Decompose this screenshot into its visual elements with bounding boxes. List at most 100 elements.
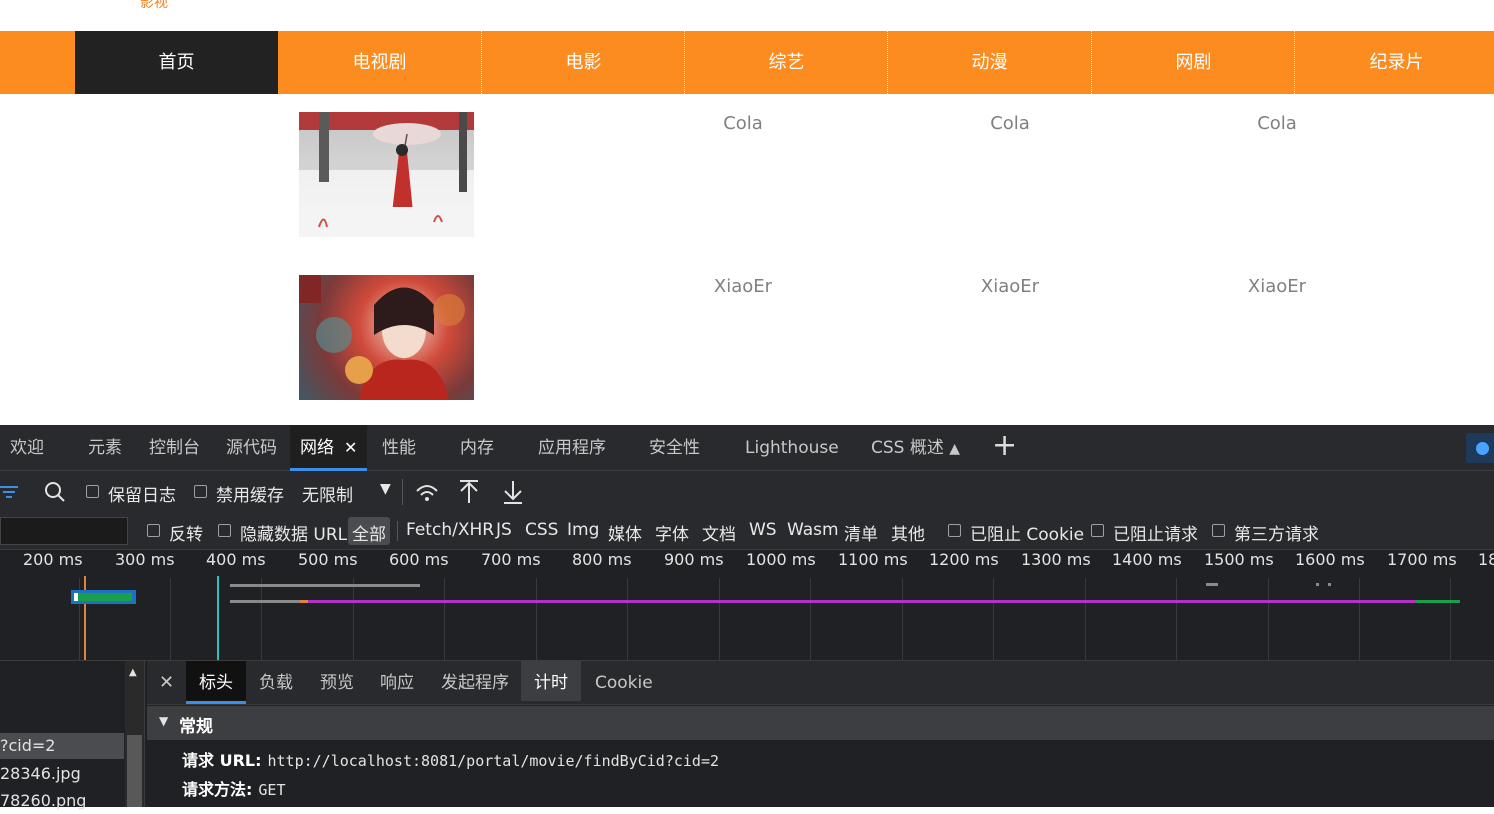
separator — [397, 521, 398, 541]
filter-icon[interactable] — [0, 485, 20, 499]
disable-cache-checkbox[interactable] — [194, 485, 207, 498]
tab-headers[interactable]: 标头 — [186, 661, 246, 704]
dom-content-loaded-marker — [84, 576, 86, 660]
request-bar — [308, 600, 1416, 603]
tab-sources[interactable]: 源代码 — [226, 425, 277, 468]
preserve-log-checkbox[interactable] — [86, 485, 99, 498]
scrollbar-thumb[interactable] — [127, 735, 142, 807]
search-icon[interactable] — [44, 481, 66, 503]
request-row[interactable]: 78260.png — [0, 788, 124, 814]
download-icon[interactable] — [502, 479, 524, 505]
timeline-gridline — [810, 578, 811, 660]
tab-css-overview[interactable]: CSS 概述 ▲ — [871, 425, 960, 468]
request-list-scrollbar[interactable]: ▲ — [125, 661, 145, 807]
filter-type-doc[interactable]: 文档 — [702, 520, 736, 545]
request-bar — [1328, 583, 1331, 586]
tab-welcome[interactable]: 欢迎 — [10, 425, 44, 468]
invert-checkbox[interactable] — [147, 524, 160, 537]
request-bar — [230, 584, 420, 587]
nav-anime[interactable]: 动漫 — [887, 31, 1091, 94]
third-party-checkbox[interactable] — [1212, 524, 1225, 537]
tab-console[interactable]: 控制台 — [149, 425, 200, 468]
timeline-gridline — [1450, 578, 1451, 660]
request-row[interactable]: 28346.jpg — [0, 761, 124, 787]
header-value: GET — [258, 781, 286, 799]
close-icon[interactable]: ✕ — [159, 661, 174, 701]
throttle-select[interactable]: 无限制 — [302, 481, 353, 506]
filter-type-img[interactable]: Img — [567, 520, 599, 540]
request-detail-tabs: ✕ 标头 负载 预览 响应 发起程序 计时 Cookie — [147, 661, 1494, 705]
nav-web-series[interactable]: 网剧 — [1091, 31, 1295, 94]
blocked-requests-label: 已阻止请求 — [1113, 525, 1198, 545]
disable-cache-label: 禁用缓存 — [216, 486, 284, 506]
timeline-gridline — [1268, 578, 1269, 660]
network-timeline-overview[interactable]: 200 ms 300 ms 400 ms 500 ms 600 ms 700 m… — [0, 550, 1494, 660]
tab-memory[interactable]: 内存 — [460, 425, 494, 468]
tab-response[interactable]: 响应 — [380, 661, 414, 701]
movie-thumbnail[interactable] — [299, 275, 474, 400]
tab-application[interactable]: 应用程序 — [538, 425, 606, 468]
request-bar — [1316, 583, 1319, 586]
request-bar — [230, 600, 300, 603]
hide-data-url-checkbox[interactable] — [218, 524, 231, 537]
request-row[interactable]: ?cid=2 — [0, 733, 124, 759]
filter-type-ws[interactable]: WS — [749, 520, 777, 540]
tab-preview[interactable]: 预览 — [320, 661, 354, 701]
upload-icon[interactable] — [458, 479, 480, 505]
filter-input[interactable] — [0, 517, 128, 545]
nav-tv-series[interactable]: 电视剧 — [278, 31, 481, 94]
request-method-row: 请求方法: GET — [182, 776, 286, 800]
add-tab-icon[interactable]: + — [992, 429, 1017, 463]
feedback-icon[interactable] — [1466, 433, 1494, 463]
filter-type-media[interactable]: 媒体 — [608, 520, 642, 545]
request-bar-segment — [78, 593, 132, 601]
close-icon[interactable]: ✕ — [344, 438, 357, 457]
blocked-cookies-checkbox[interactable] — [948, 524, 961, 537]
network-toolbar: 保留日志 禁用缓存 无限制 ▼ — [0, 471, 1494, 514]
nav-variety[interactable]: 综艺 — [684, 31, 888, 94]
timeline-tick: 800 ms — [572, 550, 632, 569]
network-conditions-icon[interactable] — [414, 481, 440, 503]
devtools-tab-bar: 欢迎 元素 控制台 源代码 网络 ✕ 性能 内存 应用程序 安全性 Lightho… — [0, 425, 1494, 471]
nav-home[interactable]: 首页 — [75, 31, 278, 94]
tab-initiator[interactable]: 发起程序 — [441, 661, 509, 701]
tab-security[interactable]: 安全性 — [649, 425, 700, 468]
scroll-up-icon[interactable]: ▲ — [129, 667, 137, 678]
blocked-requests-checkbox[interactable] — [1091, 524, 1104, 537]
timeline-tick: 1100 ms — [838, 550, 908, 569]
nav-documentary[interactable]: 纪录片 — [1294, 31, 1494, 94]
tab-payload[interactable]: 负载 — [259, 661, 293, 701]
filter-type-fetch-xhr[interactable]: Fetch/XHR — [406, 520, 494, 540]
nav-movies[interactable]: 电影 — [481, 31, 685, 94]
tab-cookies[interactable]: Cookie — [595, 661, 653, 701]
header-value: http://localhost:8081/portal/movie/findB… — [267, 752, 720, 770]
filter-type-css[interactable]: CSS — [525, 520, 558, 540]
general-section-header[interactable]: ▼ 常规 — [147, 706, 1494, 740]
load-event-marker — [217, 576, 219, 660]
timeline-tick: 200 ms — [23, 550, 83, 569]
tab-performance[interactable]: 性能 — [382, 425, 416, 468]
filter-type-font[interactable]: 字体 — [655, 520, 689, 545]
tab-timing[interactable]: 计时 — [521, 661, 581, 701]
timeline-gridline — [902, 578, 903, 660]
filter-type-js[interactable]: JS — [496, 520, 512, 540]
triangle-down-icon: ▼ — [159, 714, 169, 728]
network-bottom-pane: ?cid=2 28346.jpg 78260.png ▲ ✕ 标头 负载 预览 … — [0, 660, 1494, 810]
preserve-log-label: 保留日志 — [108, 486, 176, 506]
movie-thumbnail[interactable] — [299, 112, 474, 237]
timeline-gridline — [1359, 578, 1360, 660]
filter-type-all[interactable]: 全部 — [352, 520, 386, 545]
hide-data-url-label: 隐藏数据 URL — [240, 525, 348, 545]
chevron-down-icon[interactable]: ▼ — [380, 481, 391, 497]
grid-cell: Cola — [990, 113, 1030, 134]
timeline-gridline — [1176, 578, 1177, 660]
timeline-tick: 1300 ms — [1021, 550, 1091, 569]
filter-type-other[interactable]: 其他 — [891, 520, 925, 545]
tab-lighthouse[interactable]: Lighthouse — [745, 425, 839, 468]
filter-type-wasm[interactable]: Wasm — [787, 520, 839, 540]
timeline-tick: 300 ms — [115, 550, 175, 569]
filter-type-manifest[interactable]: 清单 — [844, 520, 878, 545]
tab-elements[interactable]: 元素 — [88, 425, 122, 468]
request-bar — [300, 600, 308, 603]
tab-network[interactable]: 网络 ✕ — [290, 425, 368, 471]
